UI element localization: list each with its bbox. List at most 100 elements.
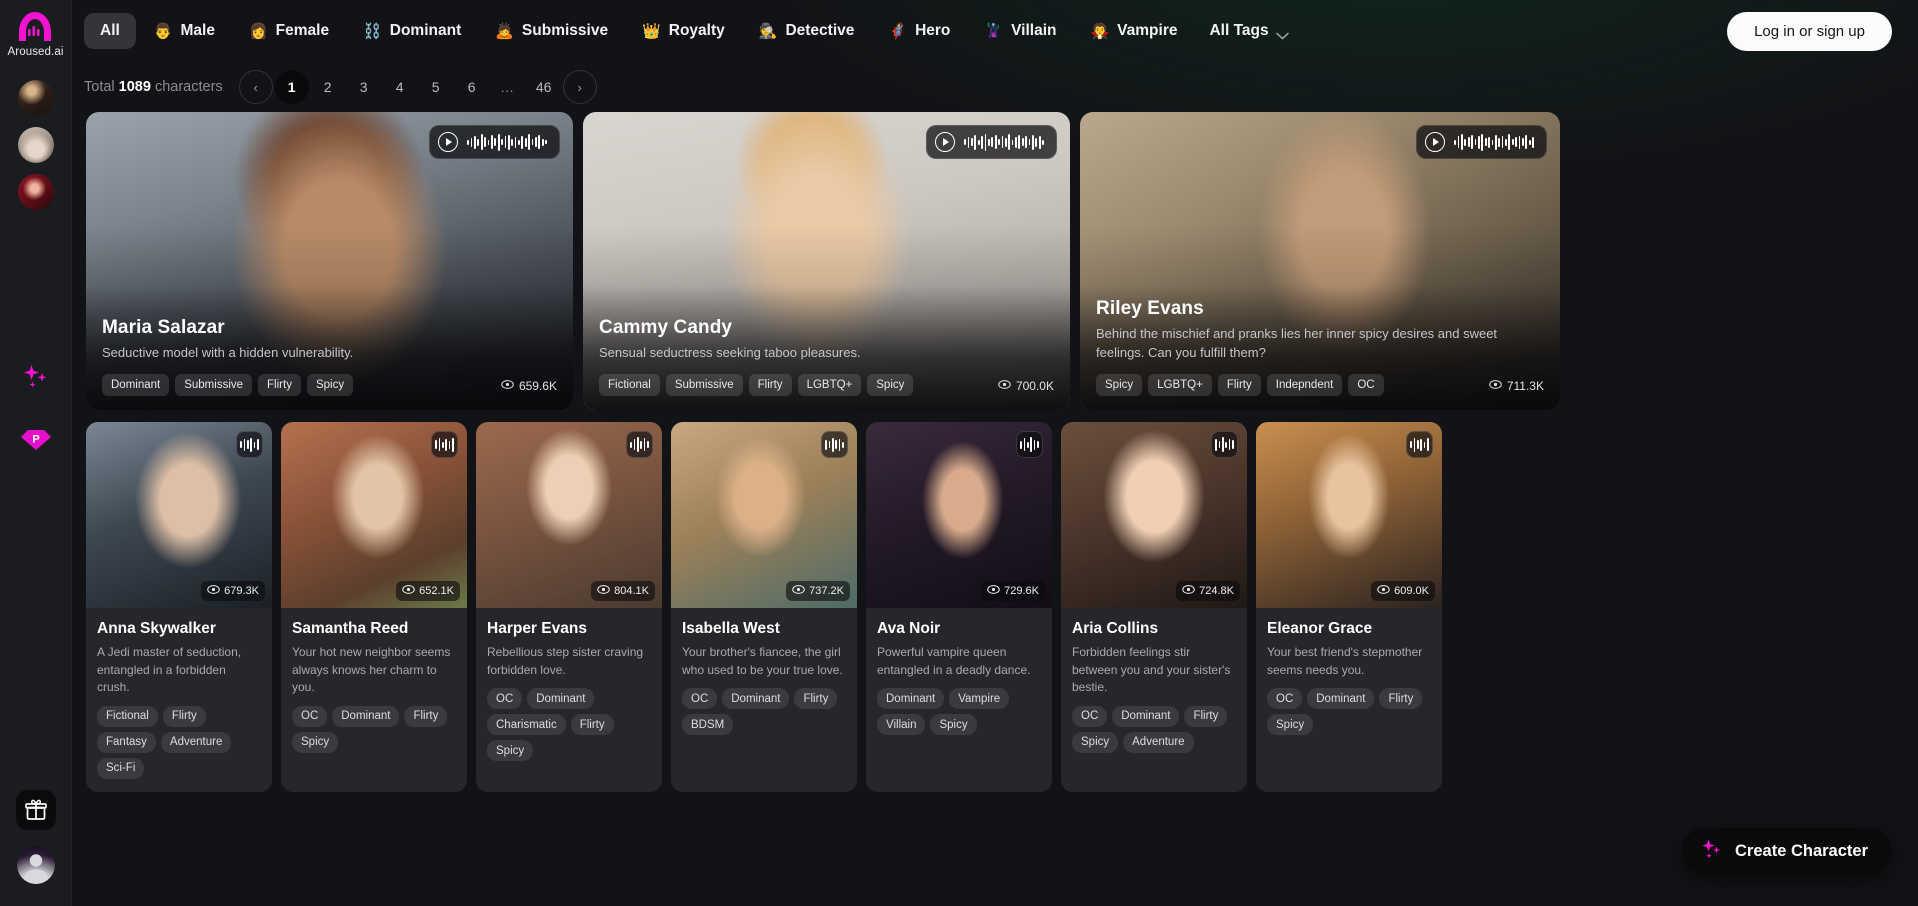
character-card[interactable]: 609.0K Eleanor Grace Your best friend's … (1256, 422, 1442, 792)
tag-chip[interactable]: Vampire (949, 688, 1010, 710)
tag-chip[interactable]: Adventure (160, 731, 232, 753)
tag-chip[interactable]: Flirty (748, 374, 792, 396)
all-tags-dropdown[interactable]: All Tags (1195, 13, 1302, 49)
tag-chip[interactable]: Flirty (162, 705, 206, 727)
tag-chip[interactable]: Submissive (665, 374, 743, 396)
tab-male[interactable]: 👨 Male (138, 13, 231, 49)
tag-chip[interactable]: Fantasy (97, 731, 156, 753)
tag-chip[interactable]: Flirty (794, 688, 838, 710)
audio-waveform-button[interactable] (1406, 431, 1433, 458)
tag-chip[interactable]: OC (1348, 374, 1384, 396)
featured-card[interactable]: Maria Salazar Seductive model with a hid… (86, 112, 573, 410)
tag-chip[interactable]: Indepndent (1266, 374, 1343, 396)
page-3-button[interactable]: 3 (347, 70, 381, 104)
tab-hero[interactable]: 🦸 Hero (872, 13, 966, 49)
prev-page-button[interactable]: ‹ (238, 70, 273, 104)
tab-villain[interactable]: 🦹 Villain (968, 13, 1072, 49)
tab-dominant[interactable]: ⛓️ Dominant (347, 13, 477, 49)
character-card[interactable]: 679.3K Anna Skywalker A Jedi master of s… (86, 422, 272, 792)
page-1-button[interactable]: 1 (274, 70, 309, 104)
sidebar-avatar-1[interactable] (17, 80, 54, 116)
view-count: 724.8K (1176, 581, 1240, 601)
tag-chip[interactable]: Dominant (332, 705, 400, 727)
tag-chip[interactable]: Spicy (930, 714, 977, 736)
tag-chip[interactable]: Spicy (487, 740, 534, 762)
page-6-button[interactable]: 6 (455, 70, 489, 104)
tag-chip[interactable]: Flirty (1217, 374, 1261, 396)
brand-logo[interactable]: Aroused.ai (8, 10, 64, 58)
page-5-button[interactable]: 5 (419, 70, 453, 104)
tab-female[interactable]: 👩 Female (233, 13, 345, 49)
tag-chip[interactable]: Sci-Fi (97, 757, 145, 779)
tag-chip[interactable]: Spicy (306, 374, 354, 396)
featured-card[interactable]: Cammy Candy Sensual seductress seeking t… (583, 112, 1070, 410)
character-card[interactable]: 729.6K Ava Noir Powerful vampire queen e… (866, 422, 1052, 792)
tag-chip[interactable]: Dominant (877, 688, 945, 710)
audio-waveform-button[interactable] (821, 431, 848, 458)
tag-chip[interactable]: Spicy (292, 731, 339, 753)
tag-chip[interactable]: Adventure (1123, 731, 1194, 753)
tag-chip[interactable]: Spicy (867, 374, 914, 396)
tab-all[interactable]: All (84, 13, 136, 49)
tag-chip[interactable]: OC (487, 688, 523, 710)
tag-chip[interactable]: OC (292, 705, 328, 727)
tab-submissive[interactable]: 🙇 Submissive (479, 13, 624, 49)
tag-chip[interactable]: Fictional (599, 374, 660, 396)
tag-chip[interactable]: Fictional (97, 705, 158, 727)
gift-icon[interactable] (16, 790, 56, 830)
tab-detective[interactable]: 🕵️ Detective (743, 13, 871, 49)
audio-waveform-button[interactable] (626, 431, 653, 458)
tag-chip[interactable]: OC (682, 688, 718, 710)
audio-waveform-button[interactable] (236, 431, 263, 458)
tag-chip[interactable]: Dominant (1307, 688, 1375, 710)
character-card[interactable]: 652.1K Samantha Reed Your hot new neighb… (281, 422, 467, 792)
tag-chip[interactable]: OC (1267, 688, 1303, 710)
audio-waveform-button[interactable] (431, 431, 458, 458)
tag-chip[interactable]: Dominant (102, 374, 170, 396)
tag-chip[interactable]: BDSM (682, 714, 734, 736)
tag-chip[interactable]: LGBTQ+ (1148, 374, 1212, 396)
tag-chip[interactable]: Dominant (722, 688, 790, 710)
page-2-button[interactable]: 2 (311, 70, 345, 104)
user-profile-avatar[interactable] (17, 846, 55, 884)
audio-waveform-button[interactable] (1016, 431, 1043, 458)
create-character-button[interactable]: Create Character (1682, 828, 1892, 874)
tag-chip[interactable]: Flirty (570, 714, 614, 736)
tag-chip[interactable]: Dominant (527, 688, 595, 710)
tab-dominant-label: Dominant (389, 22, 462, 39)
play-icon[interactable] (935, 132, 956, 152)
tag-chip[interactable]: Dominant (1112, 705, 1180, 727)
sparkles-icon[interactable] (19, 360, 53, 394)
page-46-button[interactable]: 46 (527, 70, 561, 104)
tag-chip[interactable]: Villain (877, 714, 926, 736)
audio-waveform-button[interactable] (1211, 431, 1238, 458)
tag-chip[interactable]: Spicy (1267, 714, 1314, 736)
sidebar-avatar-3[interactable] (17, 174, 54, 210)
tag-chip[interactable]: Charismatic (487, 714, 566, 736)
next-page-button[interactable]: › (562, 70, 597, 104)
premium-diamond-icon[interactable]: P (19, 422, 53, 456)
page-4-button[interactable]: 4 (383, 70, 417, 104)
tag-chip[interactable]: LGBTQ+ (797, 374, 862, 396)
tab-vampire[interactable]: 🧛 Vampire (1074, 13, 1193, 49)
tag-chip[interactable]: Submissive (175, 374, 253, 396)
audio-player-button[interactable] (429, 125, 560, 159)
play-icon[interactable] (438, 132, 459, 152)
tag-chip[interactable]: Flirty (258, 374, 301, 396)
tag-chip[interactable]: Spicy (1072, 731, 1119, 753)
tag-chip[interactable]: OC (1072, 705, 1108, 727)
tag-chip[interactable]: Spicy (1096, 374, 1143, 396)
character-card[interactable]: 724.8K Aria Collins Forbidden feelings s… (1061, 422, 1247, 792)
tag-chip[interactable]: Flirty (1379, 688, 1423, 710)
play-icon[interactable] (1425, 132, 1446, 152)
login-signup-button[interactable]: Log in or sign up (1727, 12, 1892, 51)
tag-chip[interactable]: Flirty (1184, 705, 1228, 727)
character-card[interactable]: 737.2K Isabella West Your brother's fian… (671, 422, 857, 792)
tag-chip[interactable]: Flirty (404, 705, 448, 727)
character-card[interactable]: 804.1K Harper Evans Rebellious step sist… (476, 422, 662, 792)
audio-player-button[interactable] (1416, 125, 1547, 159)
featured-card[interactable]: Riley Evans Behind the mischief and pran… (1080, 112, 1560, 410)
sidebar-avatar-2[interactable] (17, 127, 54, 163)
tab-royalty[interactable]: 👑 Royalty (626, 13, 741, 49)
audio-player-button[interactable] (926, 125, 1057, 159)
